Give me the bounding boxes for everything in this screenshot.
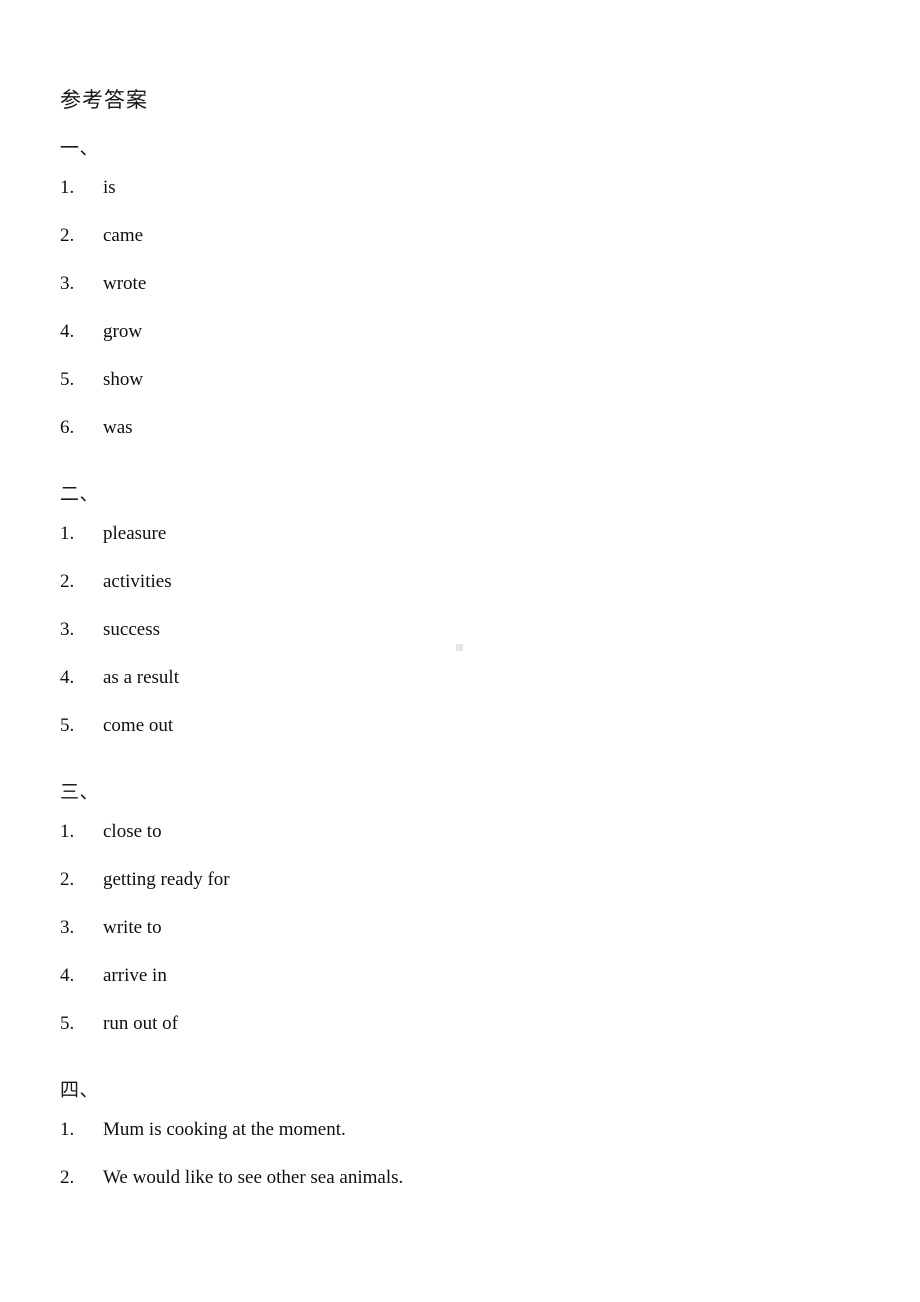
list-item: 1. close to [60, 820, 860, 868]
answer-list: 1. pleasure 2. activities 3. success 4. as a re… [60, 522, 860, 762]
list-item: 3. wrote [60, 272, 860, 320]
list-item-text: was [103, 417, 133, 438]
list-item-text: run out of [103, 1013, 178, 1034]
list-item-text: arrive in [103, 965, 167, 986]
list-item-text: getting ready for [103, 869, 230, 890]
list-item-text: We would like to see other sea animals. [103, 1167, 404, 1188]
scan-artifact-speck [456, 644, 463, 651]
list-item-number: 2. [60, 869, 75, 890]
list-item-number: 5. [60, 369, 75, 390]
list-item: 5. run out of [60, 1012, 860, 1060]
list-item-text: is [103, 177, 116, 198]
section-marker: 三、 [60, 782, 100, 803]
list-item-number: 4. [60, 321, 75, 342]
list-item-text: write to [103, 917, 162, 938]
list-item-number: 3. [60, 917, 75, 938]
list-item: 4. as a result [60, 666, 860, 714]
list-item: 1. is [60, 176, 860, 224]
list-item: 1. pleasure [60, 522, 860, 570]
answer-sections: 一、 1. is 2. came 3. wrote 4. grow 5. show 6. was 二、 1.… [60, 136, 860, 1214]
list-item-text: came [103, 225, 144, 246]
list-item-number: 5. [60, 715, 75, 736]
answer-section: 一、 1. is 2. came 3. wrote 4. grow 5. show 6. was [60, 136, 860, 464]
section-marker: 二、 [60, 484, 100, 505]
list-item-text: come out [103, 715, 174, 736]
answer-section: 三、 1. close to 2. getting ready for 3. write t… [60, 780, 860, 1060]
answer-section: 四、 1. Mum is cooking at the moment. 2. We wo… [60, 1078, 860, 1214]
answer-list: 1. is 2. came 3. wrote 4. grow 5. show 6. was [60, 176, 860, 464]
list-item-number: 5. [60, 1013, 75, 1034]
section-marker: 四、 [60, 1080, 100, 1101]
answer-list: 1. close to 2. getting ready for 3. write to 4… [60, 820, 860, 1060]
list-item-text: activities [103, 571, 172, 592]
list-item-number: 6. [60, 417, 75, 438]
list-item: 6. was [60, 416, 860, 464]
list-item-text: wrote [103, 273, 147, 294]
document-page: 参考答案 一、 1. is 2. came 3. wrote 4. grow 5. show 6. wa… [0, 0, 920, 1302]
list-item-number: 2. [60, 1167, 75, 1188]
list-item: 3. success [60, 618, 860, 666]
document-body: 参考答案 一、 1. is 2. came 3. wrote 4. grow 5. show 6. wa… [60, 86, 860, 1232]
list-item: 4. arrive in [60, 964, 860, 1012]
list-item-text: close to [103, 821, 162, 842]
list-item-number: 4. [60, 965, 75, 986]
list-item-text: grow [103, 321, 143, 342]
list-item-text: Mum is cooking at the moment. [103, 1119, 346, 1140]
list-item-number: 3. [60, 619, 75, 640]
list-item-text: pleasure [103, 523, 167, 544]
list-item-text: show [103, 369, 144, 390]
list-item-text: as a result [103, 667, 179, 688]
list-item-number: 1. [60, 177, 75, 198]
answer-list: 1. Mum is cooking at the moment. 2. We woul… [60, 1118, 860, 1214]
list-item-number: 1. [60, 821, 75, 842]
list-item: 5. come out [60, 714, 860, 762]
list-item-text: success [103, 619, 160, 640]
list-item-number: 2. [60, 571, 75, 592]
list-item: 4. grow [60, 320, 860, 368]
list-item-number: 2. [60, 225, 75, 246]
answer-section: 二、 1. pleasure 2. activities 3. success 4. as a … [60, 482, 860, 762]
list-item: 3. write to [60, 916, 860, 964]
section-marker: 一、 [60, 138, 100, 159]
list-item: 2. getting ready for [60, 868, 860, 916]
list-item-number: 4. [60, 667, 75, 688]
list-item: 2. We would like to see other sea animals… [60, 1166, 860, 1214]
list-item-number: 3. [60, 273, 75, 294]
list-item: 1. Mum is cooking at the moment. [60, 1118, 860, 1166]
page-title: 参考答案 [60, 88, 148, 112]
list-item-number: 1. [60, 523, 75, 544]
list-item: 5. show [60, 368, 860, 416]
list-item: 2. came [60, 224, 860, 272]
list-item: 2. activities [60, 570, 860, 618]
list-item-number: 1. [60, 1119, 75, 1140]
